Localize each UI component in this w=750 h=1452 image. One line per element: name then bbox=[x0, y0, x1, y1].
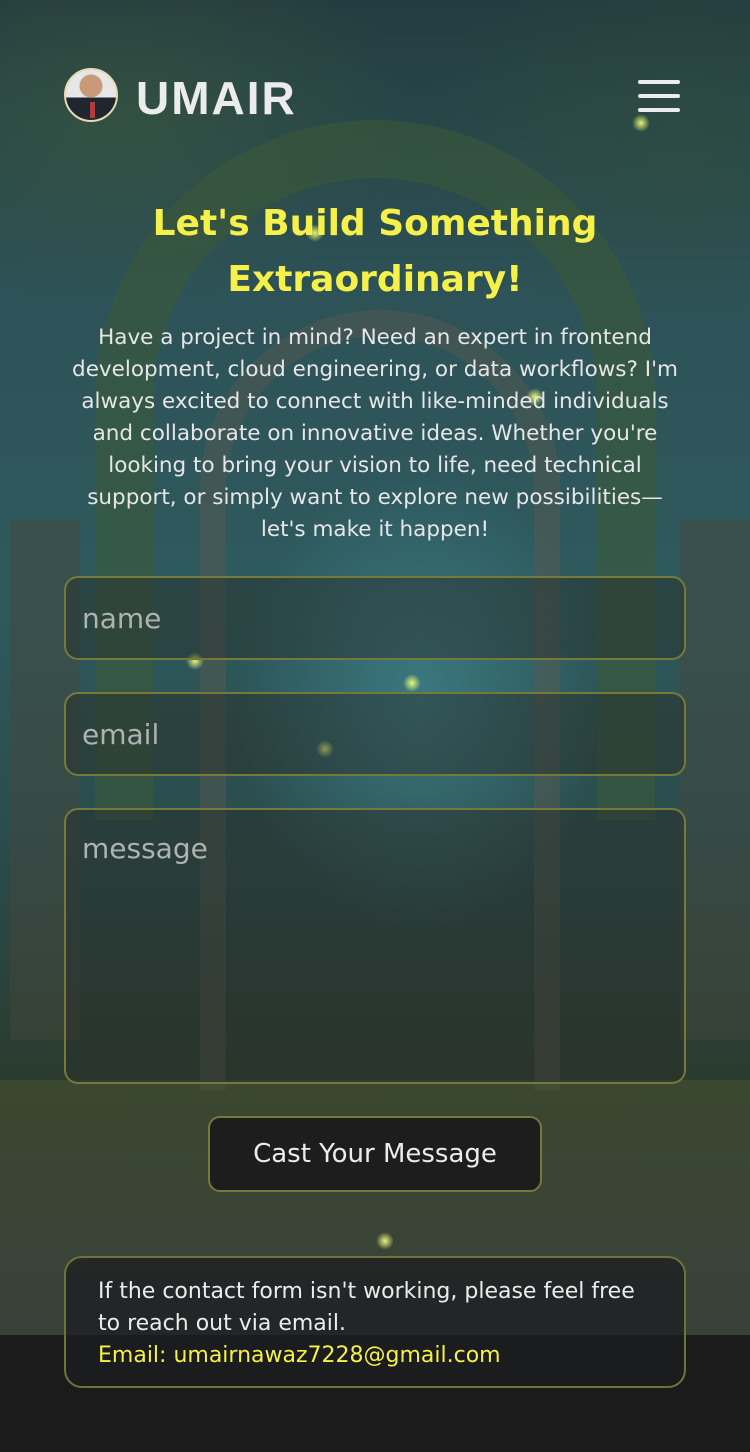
contact-fallback-box: If the contact form isn't working, pleas… bbox=[64, 1256, 686, 1388]
fallback-email[interactable]: Email: umairnawaz7228@gmail.com bbox=[98, 1340, 652, 1372]
tie-detail bbox=[90, 102, 95, 118]
firefly bbox=[376, 1232, 394, 1250]
intro-text: Have a project in mind? Need an expert i… bbox=[72, 325, 678, 542]
avatar[interactable] bbox=[64, 68, 118, 122]
name-input[interactable] bbox=[64, 576, 686, 660]
hamburger-menu-icon[interactable] bbox=[638, 78, 680, 114]
menu-bar bbox=[638, 94, 680, 98]
message-textarea[interactable] bbox=[64, 808, 686, 1084]
email-input[interactable] bbox=[64, 692, 686, 776]
stone-pillar-right bbox=[680, 520, 750, 1040]
site-header: UMAIR bbox=[64, 68, 682, 126]
menu-bar bbox=[638, 80, 680, 84]
fallback-message: If the contact form isn't working, pleas… bbox=[98, 1279, 635, 1336]
firefly bbox=[403, 674, 421, 692]
brand-name[interactable]: UMAIR bbox=[136, 70, 297, 126]
menu-bar bbox=[638, 108, 680, 112]
submit-button[interactable]: Cast Your Message bbox=[208, 1116, 542, 1192]
page-title: Let's Build Something Extraordinary! bbox=[152, 203, 598, 300]
